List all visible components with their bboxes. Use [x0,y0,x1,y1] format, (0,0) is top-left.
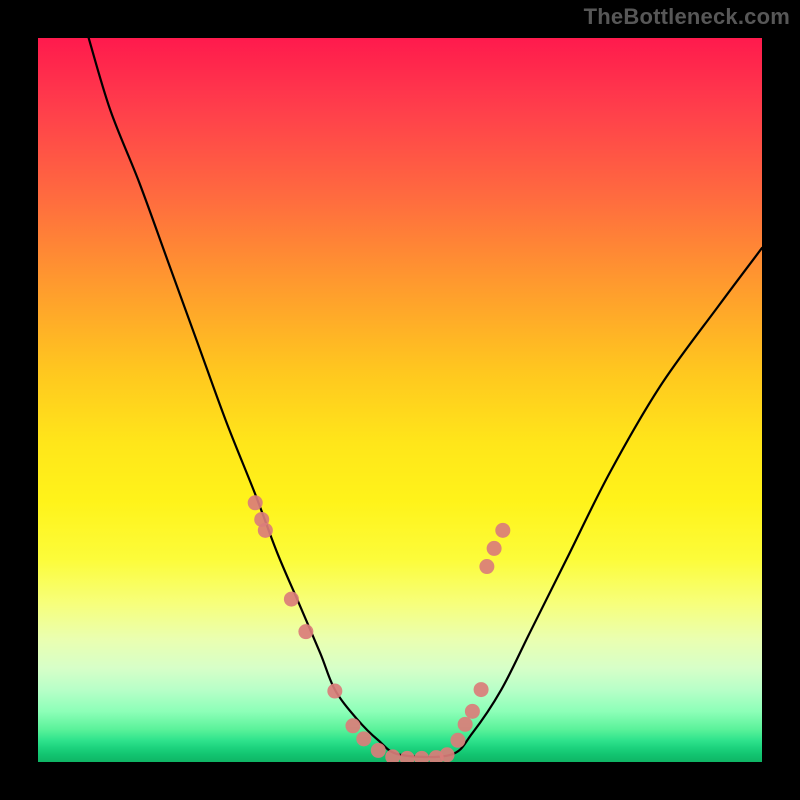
outer-black-frame: TheBottleneck.com [0,0,800,800]
chart-svg [38,38,762,762]
dot-markers [248,495,511,762]
watermark-text: TheBottleneck.com [584,4,790,30]
bottleneck-curve [89,38,762,757]
plot-area [38,38,762,762]
